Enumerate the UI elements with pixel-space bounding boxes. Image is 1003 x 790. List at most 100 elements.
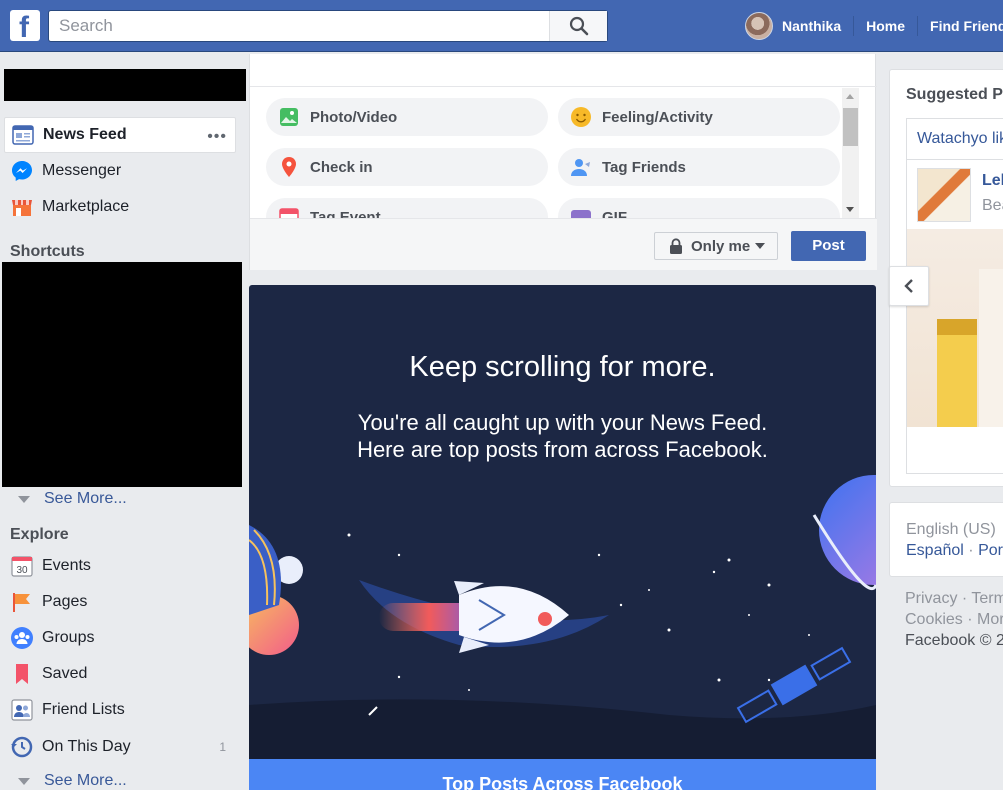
sidebar-item-label: Events xyxy=(42,557,91,574)
chevron-left-icon xyxy=(904,279,913,293)
privacy-selector-button[interactable]: Only me xyxy=(654,232,778,260)
sidebar-item-saved[interactable]: Saved xyxy=(4,656,236,692)
events-calendar-icon: 30 xyxy=(10,554,34,578)
search-icon xyxy=(569,16,588,36)
tag-friends-option[interactable]: Tag Friends xyxy=(558,148,840,186)
sidebar-item-label: Friend Lists xyxy=(42,701,125,718)
top-posts-title: Top Posts Across Facebook xyxy=(442,774,683,790)
sidebar-item-label: On This Day xyxy=(42,738,131,755)
messenger-icon xyxy=(10,159,34,183)
check-in-option[interactable]: Check in xyxy=(266,148,548,186)
see-more-shortcuts-link[interactable]: See More... xyxy=(16,490,127,508)
scroll-up-arrow-icon[interactable] xyxy=(846,94,854,99)
language-link-portugues[interactable]: Português xyxy=(978,542,1003,559)
composer-scrollbar[interactable] xyxy=(842,88,859,218)
friend-lists-icon xyxy=(10,698,34,722)
photo-video-option[interactable]: Photo/Video xyxy=(266,98,548,136)
feeling-activity-option[interactable]: Feeling/Activity xyxy=(558,98,840,136)
news-feed-icon xyxy=(11,123,35,147)
option-label: Tag Friends xyxy=(602,158,686,176)
check-in-icon xyxy=(278,156,300,178)
search-box xyxy=(48,10,608,42)
profile-link[interactable]: Nanthika xyxy=(773,12,853,40)
option-label: Tag Event xyxy=(310,208,381,219)
option-label: Photo/Video xyxy=(310,108,398,126)
banner-subtitle: You're all caught up with your News Feed… xyxy=(249,409,876,463)
language-card: English (US) Español · Português xyxy=(889,502,1003,577)
tag-friends-icon xyxy=(570,156,592,178)
events-icon-date: 30 xyxy=(16,565,28,576)
see-more-label: See More... xyxy=(44,490,127,507)
composer-text-area[interactable] xyxy=(250,54,877,87)
scroll-down-arrow-icon[interactable] xyxy=(846,207,854,212)
sidebar-item-friend-lists[interactable]: Friend Lists xyxy=(4,692,236,728)
composer-options: Photo/Video Feeling/Activity Check in Ta… xyxy=(250,88,860,218)
find-friends-link[interactable]: Find Friends xyxy=(918,12,1003,40)
banner-title: Keep scrolling for more. xyxy=(409,351,716,383)
sidebar-item-label: Groups xyxy=(42,629,95,646)
sidebar-item-groups[interactable]: Groups xyxy=(4,620,236,656)
suggested-pages-heading: Suggested Pages xyxy=(906,86,1003,103)
privacy-label: Only me xyxy=(691,237,751,255)
chevron-down-icon xyxy=(18,495,30,503)
sidebar-item-on-this-day[interactable]: On This Day 1 xyxy=(4,729,236,765)
product-tube-image xyxy=(937,269,1003,427)
page-thumbnail[interactable] xyxy=(917,168,971,222)
tag-event-option[interactable]: Tag Event xyxy=(266,198,548,218)
feeling-activity-icon xyxy=(570,106,592,128)
search-button[interactable] xyxy=(549,11,607,41)
search-input[interactable] xyxy=(49,11,549,41)
option-label: GIF xyxy=(602,208,627,219)
on-this-day-icon xyxy=(10,735,34,759)
see-more-label: See More... xyxy=(44,772,127,789)
marketplace-icon xyxy=(10,195,34,219)
composer-footer: Only me Post xyxy=(250,218,877,270)
top-posts-header: Top Posts Across Facebook xyxy=(249,759,876,790)
banner-subtitle-line-1: You're all caught up with your News Feed… xyxy=(357,410,768,435)
scrollbar-thumb[interactable] xyxy=(843,108,858,146)
home-link[interactable]: Home xyxy=(854,12,917,40)
sidebar-item-events[interactable]: 30 Events xyxy=(4,548,236,584)
sidebar-item-label: Marketplace xyxy=(42,198,130,215)
language-links: Español · Português xyxy=(906,542,1003,560)
sidebar-item-pages[interactable]: Pages xyxy=(4,584,236,620)
sidebar-item-news-feed[interactable]: News Feed ••• xyxy=(4,117,236,153)
cookies-link[interactable]: Cookies xyxy=(905,611,963,628)
current-language: English (US) xyxy=(906,521,996,538)
photo-video-icon xyxy=(278,106,300,128)
privacy-link[interactable]: Privacy xyxy=(905,590,957,607)
option-label: Feeling/Activity xyxy=(602,108,713,126)
pages-flag-icon xyxy=(10,590,34,614)
sidebar-item-label: Pages xyxy=(42,593,88,610)
liked-by-text[interactable]: Watachyo likes xyxy=(917,130,1003,148)
banner-subtitle-line-2: Here are top posts from across Facebook. xyxy=(357,437,768,462)
gif-icon xyxy=(570,206,592,218)
redacted-profile-link[interactable] xyxy=(4,69,246,101)
post-button[interactable]: Post xyxy=(791,231,866,261)
on-this-day-count: 1 xyxy=(219,740,226,754)
page-name-link[interactable]: Lelé xyxy=(982,172,1003,190)
terms-link[interactable]: Terms xyxy=(971,590,1003,607)
logo-letter: f xyxy=(19,11,29,42)
shortcuts-heading: Shortcuts xyxy=(10,243,85,260)
redacted-shortcuts-list[interactable] xyxy=(2,262,242,487)
chevron-down-icon xyxy=(755,243,766,249)
language-link-espanol[interactable]: Español xyxy=(906,542,964,559)
gif-option[interactable]: GIF xyxy=(558,198,840,218)
footer-links: Privacy · Terms Cookies · More Facebook … xyxy=(905,588,1003,651)
top-nav-links: Nanthika Home Find Friends xyxy=(745,12,1003,40)
lock-icon xyxy=(670,238,682,254)
option-label: Check in xyxy=(310,158,373,176)
more-options-icon[interactable]: ••• xyxy=(207,128,227,146)
sidebar-item-messenger[interactable]: Messenger xyxy=(4,153,236,189)
see-more-explore-link[interactable]: See More... xyxy=(16,772,127,790)
user-avatar[interactable] xyxy=(745,12,773,40)
more-link[interactable]: More xyxy=(977,611,1003,628)
carousel-previous-button[interactable] xyxy=(889,266,929,306)
saved-bookmark-icon xyxy=(10,662,34,686)
copyright-text: Facebook © 2019 xyxy=(905,632,1003,649)
page-cover-image[interactable] xyxy=(907,229,1003,427)
sidebar-item-label: Messenger xyxy=(42,162,122,179)
facebook-logo-icon[interactable]: f xyxy=(10,10,40,41)
sidebar-item-marketplace[interactable]: Marketplace xyxy=(4,189,236,225)
